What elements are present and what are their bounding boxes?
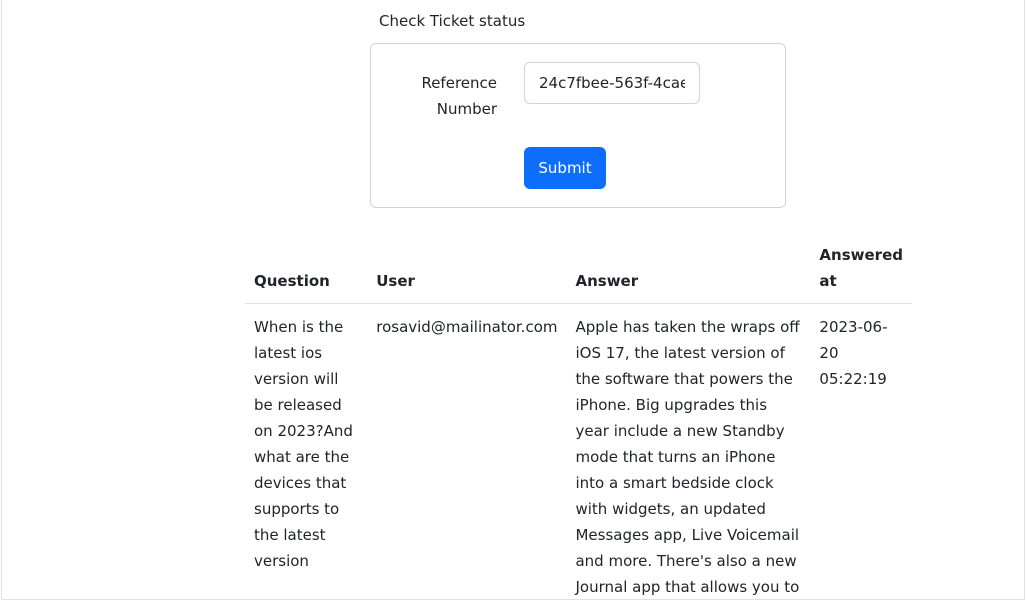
- ticket-results-table: Question User Answer Answered at When is…: [245, 242, 912, 601]
- table-row: When is the latest ios version will be r…: [245, 304, 912, 601]
- cell-user: rosavid@mailinator.com: [376, 318, 558, 336]
- column-header-answered-at: Answered at: [810, 242, 912, 304]
- page-title: Check Ticket status: [379, 12, 526, 30]
- reference-number-label: Reference Number: [421, 74, 497, 118]
- column-header-user: User: [367, 242, 567, 304]
- table-header-row: Question User Answer Answered at: [245, 242, 912, 304]
- cell-answered-at: 2023-06-20 05:22:19: [819, 318, 888, 388]
- cell-question: When is the latest ios version will be r…: [254, 318, 353, 570]
- submit-button[interactable]: Submit: [524, 147, 606, 189]
- column-header-answer: Answer: [566, 242, 811, 304]
- cell-answer: Apple has taken the wraps off iOS 17, th…: [575, 318, 800, 596]
- column-header-question: Question: [245, 242, 368, 304]
- reference-number-input[interactable]: [524, 62, 700, 104]
